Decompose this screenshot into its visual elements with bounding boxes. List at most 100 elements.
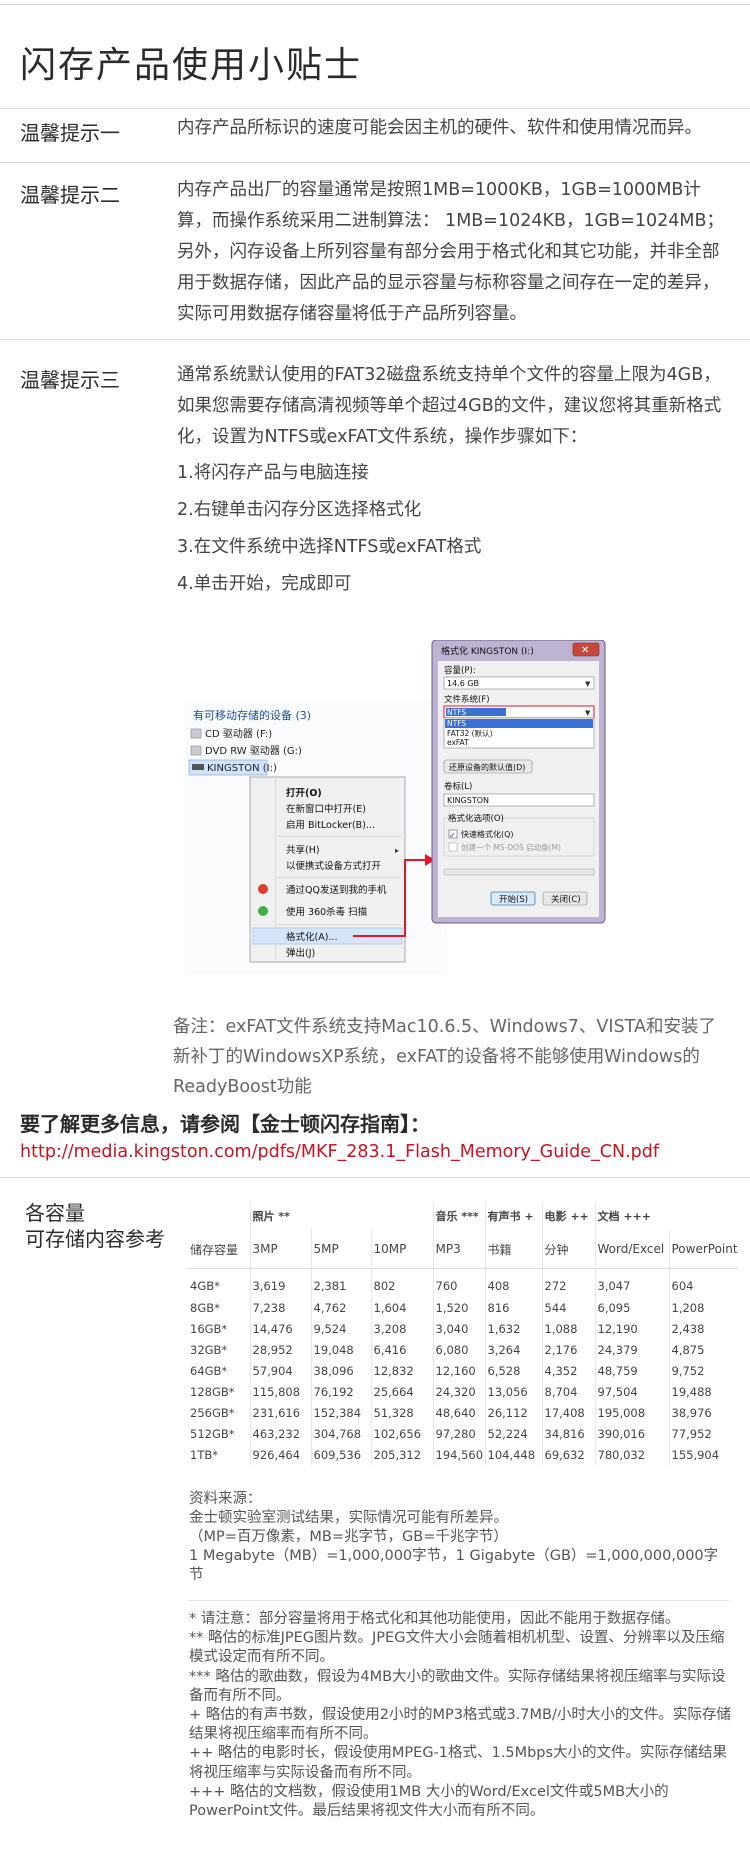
- tip-3-body: 通常系统默认使用的FAT32磁盘系统支持单个文件的容量上限为4GB，如果您需要存…: [177, 360, 732, 603]
- col-header: 书籍: [485, 1230, 543, 1269]
- table-cell: 816: [485, 1297, 543, 1318]
- table-cell: 1,208: [671, 1300, 705, 1315]
- row-capacity: 64GB*: [188, 1360, 251, 1381]
- table-row: 4GB* 3,619 2,381 802 760 408 272 3,047 604: [188, 1268, 738, 1297]
- chevron-down-icon: ▼: [585, 709, 591, 717]
- table-cell: 24,379: [595, 1339, 670, 1360]
- submenu-arrow-icon: ▸: [395, 846, 399, 855]
- dvd-drive-icon: [190, 745, 202, 756]
- format-steps: 1.将闪存产品与电脑连接 2.右键单击闪存分区选择格式化 3.在文件系统中选择N…: [177, 455, 732, 603]
- tip-3-label: 温馨提示三: [20, 368, 120, 392]
- footnote: * 请注意：部分容量将用于格式化和其他功能使用，因此不能用于数据存储。: [189, 1611, 680, 1627]
- table-cell: 3,040: [433, 1318, 486, 1339]
- options-label: 格式化选项(O): [448, 813, 504, 824]
- table-cell: 7,238: [250, 1297, 312, 1318]
- fs-label: 文件系统(F): [444, 694, 490, 705]
- table-row: 256GB* 231,616 152,384 51,328 48,640 26,112 17…: [188, 1402, 738, 1423]
- step-item: 1.将闪存产品与电脑连接: [177, 463, 369, 483]
- menu-portable[interactable]: 以便携式设备方式打开: [286, 860, 382, 872]
- capacity-label: 容量(P):: [444, 665, 476, 676]
- volume-value: KINGSTON: [447, 796, 489, 805]
- table-cell: 19,048: [311, 1339, 372, 1360]
- source-line: （MP=百万像素，MB=兆字节，GB=千兆字节）: [189, 1529, 508, 1545]
- table-cell: 802: [371, 1268, 434, 1297]
- table-cell: 6,095: [595, 1297, 670, 1318]
- table-cell: 34,816: [542, 1423, 596, 1444]
- table-row: 128GB* 115,808 76,192 25,664 24,320 13,056 8,7…: [188, 1381, 738, 1402]
- table-cell: 17,408: [542, 1402, 596, 1423]
- close-label: 关闭(C): [551, 894, 581, 905]
- table-cell: 14,476: [250, 1318, 312, 1339]
- footnotes: * 请注意：部分容量将用于格式化和其他功能使用，因此不能用于数据存储。 ** 略…: [189, 1610, 734, 1821]
- check-icon: ✓: [449, 831, 456, 840]
- row-capacity: 256GB*: [188, 1402, 251, 1423]
- capacity-section-title: 各容量 可存储内容参考: [25, 1200, 165, 1252]
- group-photos: 照片 **: [250, 1202, 434, 1230]
- table-cell: 2,176: [542, 1339, 596, 1360]
- divider: [0, 108, 750, 109]
- table-cell: 8,704: [542, 1381, 596, 1402]
- fs-option[interactable]: exFAT: [447, 738, 469, 747]
- table-cell: 205,312: [371, 1444, 434, 1465]
- table-cell: 57,904: [250, 1360, 312, 1381]
- capacity-title-line: 各容量: [25, 1201, 85, 1225]
- divider: [0, 162, 750, 163]
- row-capacity: 8GB*: [188, 1297, 251, 1318]
- group-music: 音乐 ***: [433, 1202, 486, 1230]
- menu-bitlocker[interactable]: 启用 BitLocker(B)...: [286, 819, 375, 831]
- close-icon: ✕: [581, 645, 589, 656]
- table-cell: 38,096: [311, 1360, 372, 1381]
- source-line: 金士顿实验室测试结果，实际情况可能有所差异。: [189, 1510, 508, 1526]
- menu-open[interactable]: 打开(O): [286, 787, 322, 799]
- col-header: 3MP: [250, 1230, 312, 1269]
- table-cell: 4,762: [311, 1297, 372, 1318]
- table-cell: 102,656: [371, 1423, 434, 1444]
- 360-icon: [258, 906, 268, 916]
- table-cell: 77,952: [671, 1426, 712, 1441]
- table-cell: 52,224: [485, 1423, 543, 1444]
- table-cell: 1,604: [371, 1297, 434, 1318]
- table-cell: 24,320: [433, 1381, 486, 1402]
- table-cell: 3,264: [485, 1339, 543, 1360]
- table-cell: 231,616: [250, 1402, 312, 1423]
- fs-option[interactable]: FAT32 (默认): [447, 728, 493, 738]
- table-cell: 544: [542, 1297, 596, 1318]
- table-row: 512GB* 463,232 304,768 102,656 97,280 52,224 3…: [188, 1423, 738, 1444]
- menu-share[interactable]: 共享(H): [286, 844, 320, 856]
- flash-guide-link[interactable]: http://media.kingston.com/pdfs/MKF_283.1…: [20, 1142, 659, 1162]
- table-cell: 48,759: [595, 1360, 670, 1381]
- table-cell: 97,280: [433, 1423, 486, 1444]
- table-cell: 926,464: [250, 1444, 312, 1465]
- menu-360[interactable]: 使用 360杀毒 扫描: [286, 906, 368, 918]
- start-label: 开始(S): [499, 894, 528, 905]
- format-screenshot: 有可移动存储的设备 (3) CD 驱动器 (F:) DVD RW 驱动器 (G:…: [185, 640, 606, 975]
- table-cell: 2,381: [311, 1268, 372, 1297]
- volume-label: 卷标(L): [444, 781, 472, 792]
- tip-2-body: 内存产品出厂的容量通常是按照1MB=1000KB，1GB=1000MB计算，而操…: [177, 180, 724, 324]
- table-cell: 6,416: [371, 1339, 434, 1360]
- table-cell: 9,752: [671, 1363, 705, 1378]
- menu-qq[interactable]: 通过QQ发送到我的手机: [286, 884, 387, 896]
- menu-format[interactable]: 格式化(A)...: [286, 931, 337, 943]
- table-cell: 12,160: [433, 1360, 486, 1381]
- table-cell: 1,088: [542, 1318, 596, 1339]
- table-row: 1TB* 926,464 609,536 205,312 194,560 104,448 6…: [188, 1444, 738, 1465]
- fs-option[interactable]: NTFS: [447, 719, 466, 728]
- format-progress-bar: [443, 868, 595, 876]
- chevron-down-icon: ▼: [585, 680, 591, 688]
- table-cell: 97,504: [595, 1381, 670, 1402]
- table-cell: 13,056: [485, 1381, 543, 1402]
- table-cell: 19,488: [671, 1384, 712, 1399]
- drive-kingston[interactable]: KINGSTON (I:): [188, 759, 277, 776]
- menu-open-new-window[interactable]: 在新窗口中打开(E): [286, 803, 366, 815]
- menu-eject[interactable]: 弹出(J): [286, 947, 315, 959]
- table-cell: 25,664: [371, 1381, 434, 1402]
- col-header: PowerPoint: [669, 1230, 738, 1269]
- row-capacity: 512GB*: [188, 1423, 251, 1444]
- table-cell: 104,448: [485, 1444, 543, 1465]
- table-cell: 304,768: [311, 1423, 372, 1444]
- drive-dvd[interactable]: DVD RW 驱动器 (G:): [190, 745, 302, 757]
- msdos-checkbox[interactable]: [448, 842, 458, 852]
- qq-icon: [258, 884, 268, 894]
- step-item: 3.在文件系统中选择NTFS或exFAT格式: [177, 537, 482, 557]
